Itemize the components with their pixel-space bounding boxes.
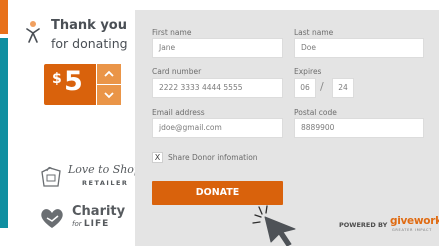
currency-symbol: $ (52, 71, 62, 87)
charity-for-life-logo: Charity for LIFE (38, 204, 138, 234)
expires-label: Expires (294, 67, 322, 76)
expires-separator: / (320, 80, 324, 93)
expires-month-field[interactable]: 06 (294, 78, 316, 98)
givework-logo: givework GREATER IMPACT (390, 215, 439, 235)
givework-tagline: GREATER IMPACT (392, 228, 433, 232)
chevron-down-icon (104, 92, 114, 99)
heart-hand-icon (41, 209, 63, 228)
thank-you-subtitle: for donating (51, 36, 128, 51)
person-icon (26, 20, 40, 44)
share-donor-label: Share Donor infomation (168, 153, 258, 162)
gift-bag-icon (41, 166, 61, 187)
postal-code-field[interactable]: 8889900 (294, 118, 424, 138)
email-field[interactable]: jdoe@gmail.com (152, 118, 283, 138)
postal-code-label: Postal code (294, 108, 337, 117)
powered-by-label: POWERED BY (339, 221, 388, 229)
expires-year-field[interactable]: 24 (332, 78, 354, 98)
charity-for-life-name: Charity (72, 204, 126, 219)
love-to-shop-logo: Love to Shop RETAILER (38, 163, 141, 191)
decor-stripe-orange (0, 0, 8, 34)
decor-stripe-teal (0, 38, 8, 228)
amount-decrease-button[interactable] (97, 85, 121, 105)
chevron-up-icon (104, 70, 114, 77)
last-name-field[interactable]: Doe (294, 38, 424, 58)
donation-amount: 5 (64, 66, 83, 97)
card-number-label: Card number (152, 67, 202, 76)
donate-button[interactable]: DONATE (152, 181, 283, 205)
sidebar: Thank you for donating $ 5 Love to Shop … (8, 0, 141, 246)
first-name-field[interactable]: Jane (152, 38, 283, 58)
givework-brand: givework (390, 215, 439, 227)
share-donor-checkbox[interactable]: X (152, 152, 163, 163)
donation-amount-display: $ 5 (44, 64, 96, 105)
love-to-shop-name: Love to Shop (68, 163, 141, 176)
mouse-cursor-icon (252, 205, 296, 246)
thank-you-title: Thank you (51, 18, 127, 33)
love-to-shop-tag: RETAILER (82, 179, 129, 187)
email-label: Email address (152, 108, 205, 117)
card-number-field[interactable]: 2222 3333 4444 5555 (152, 78, 283, 98)
amount-increase-button[interactable] (97, 64, 121, 84)
last-name-label: Last name (294, 28, 334, 37)
charity-for-life-tag: for LIFE (72, 219, 110, 229)
first-name-label: First name (152, 28, 192, 37)
